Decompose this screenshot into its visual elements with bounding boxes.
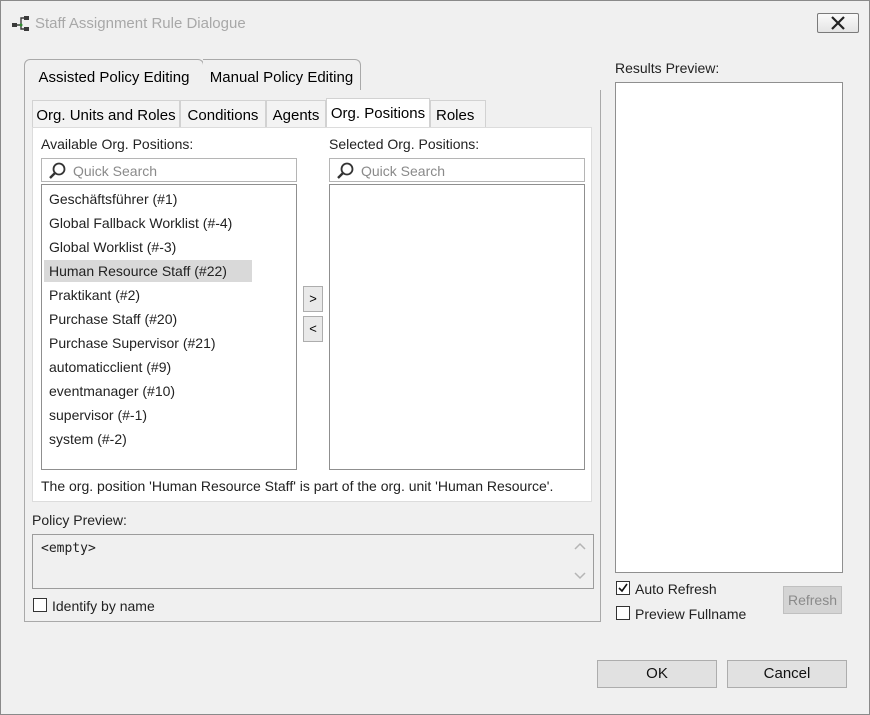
list-item[interactable]: supervisor (#-1) — [44, 404, 155, 426]
auto-refresh-label: Auto Refresh — [635, 581, 717, 597]
tab-label: Conditions — [187, 107, 259, 124]
list-item[interactable]: Geschäftsführer (#1) — [44, 188, 185, 210]
list-item[interactable]: automaticclient (#9) — [44, 356, 179, 378]
scroll-down-icon[interactable] — [574, 571, 586, 581]
tab-label: Assisted Policy Editing — [38, 69, 190, 86]
org-position-info-text: The org. position 'Human Resource Staff'… — [41, 478, 554, 494]
policy-preview-label: Policy Preview: — [32, 512, 127, 528]
tab-manual-policy-editing[interactable]: Manual Policy Editing — [203, 59, 361, 91]
cancel-button[interactable]: Cancel — [727, 660, 847, 688]
preview-fullname-checkbox[interactable] — [616, 606, 630, 620]
available-search-input[interactable]: Quick Search — [41, 158, 297, 182]
search-placeholder: Quick Search — [73, 163, 158, 179]
list-item[interactable]: Purchase Staff (#20) — [44, 308, 185, 330]
tab-label: Agents — [272, 107, 320, 124]
tab-roles[interactable]: Roles — [430, 100, 486, 127]
tab-label: Roles — [436, 107, 475, 124]
list-item[interactable]: Purchase Supervisor (#21) — [44, 332, 224, 354]
list-item[interactable]: Global Fallback Worklist (#-4) — [44, 212, 240, 234]
tab-org-units-and-roles[interactable]: Org. Units and Roles — [32, 100, 180, 127]
selected-search-input[interactable]: Quick Search — [329, 158, 585, 182]
dialog-window: Staff Assignment Rule Dialogue Assisted … — [0, 0, 870, 715]
tab-assisted-policy-editing[interactable]: Assisted Policy Editing — [24, 59, 204, 91]
identify-by-name-label: Identify by name — [52, 598, 155, 614]
list-item-selected[interactable]: Human Resource Staff (#22) — [44, 260, 252, 282]
staff-assignment-icon — [11, 13, 31, 33]
results-preview-label: Results Preview: — [615, 60, 720, 76]
search-icon — [48, 162, 68, 183]
results-preview-list[interactable] — [615, 82, 843, 573]
close-icon — [831, 16, 845, 30]
tab-conditions[interactable]: Conditions — [180, 100, 266, 127]
search-placeholder: Quick Search — [361, 163, 446, 179]
identify-by-name-checkbox[interactable] — [33, 598, 47, 612]
remove-position-button[interactable]: < — [303, 316, 323, 342]
window-title: Staff Assignment Rule Dialogue — [35, 15, 246, 32]
available-positions-list[interactable]: Geschäftsführer (#1) Global Fallback Wor… — [41, 184, 297, 470]
tab-label: Org. Positions — [330, 105, 426, 122]
checkmark-icon — [618, 583, 628, 593]
policy-preview-field[interactable]: <empty> — [32, 534, 594, 589]
list-item[interactable]: system (#-2) — [44, 428, 135, 450]
available-positions-label: Available Org. Positions: — [41, 136, 194, 152]
tab-agents[interactable]: Agents — [266, 100, 326, 127]
selected-positions-list[interactable] — [329, 184, 585, 470]
title-bar: Staff Assignment Rule Dialogue — [1, 1, 869, 45]
search-icon — [336, 162, 356, 183]
list-item[interactable]: Praktikant (#2) — [44, 284, 148, 306]
list-item[interactable]: Global Worklist (#-3) — [44, 236, 184, 258]
tab-label: Manual Policy Editing — [209, 69, 354, 86]
ok-button[interactable]: OK — [597, 660, 717, 688]
policy-preview-value: <empty> — [41, 541, 96, 556]
refresh-button[interactable]: Refresh — [783, 586, 842, 614]
auto-refresh-checkbox[interactable] — [616, 581, 630, 595]
add-position-button[interactable]: > — [303, 286, 323, 312]
tab-org-positions[interactable]: Org. Positions — [326, 98, 430, 127]
preview-fullname-label: Preview Fullname — [635, 606, 747, 622]
selected-positions-label: Selected Org. Positions: — [329, 136, 480, 152]
tab-label: Org. Units and Roles — [36, 107, 176, 124]
list-item[interactable]: eventmanager (#10) — [44, 380, 183, 402]
scroll-up-icon[interactable] — [574, 541, 586, 551]
close-button[interactable] — [817, 13, 859, 33]
